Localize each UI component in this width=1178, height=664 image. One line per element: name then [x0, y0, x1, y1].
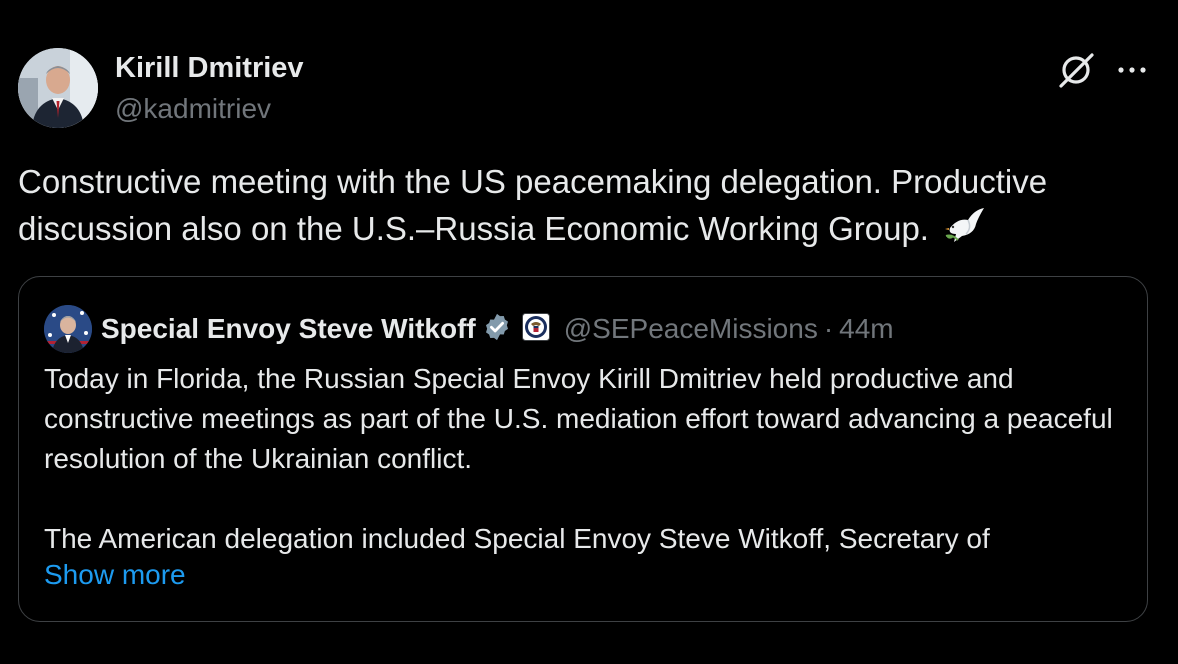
us-state-department-seal-icon — [512, 312, 550, 346]
author-avatar[interactable] — [18, 48, 98, 128]
author-name[interactable]: Kirill Dmitriev — [115, 52, 304, 85]
tweet: Kirill Dmitriev @kadmitriev Constructive… — [0, 0, 1178, 664]
quoted-paragraph: Today in Florida, the Russian Special En… — [44, 363, 1113, 474]
quoted-tweet-header: Special Envoy Steve Witkoff @SEPeaceMiss… — [101, 307, 894, 351]
quoted-author-avatar[interactable] — [44, 305, 92, 353]
quoted-tweet-text: Today in Florida, the Russian Special En… — [44, 359, 1129, 559]
grok-icon[interactable] — [1057, 50, 1097, 90]
header-separator: · — [823, 313, 834, 344]
quoted-tweet-timestamp[interactable]: 44m — [839, 313, 893, 345]
more-icon[interactable] — [1115, 56, 1149, 84]
quoted-author-handle[interactable]: @SEPeaceMissions — [564, 313, 818, 345]
dove-emoji-icon — [944, 206, 986, 256]
verified-badge-icon — [476, 312, 512, 347]
quoted-paragraph: The American delegation included Special… — [44, 523, 990, 554]
show-more-link[interactable]: Show more — [44, 559, 186, 591]
tweet-text: Constructive meeting with the US peacema… — [18, 158, 1148, 256]
tweet-body: Constructive meeting with the US peacema… — [18, 163, 1048, 247]
quoted-author-name[interactable]: Special Envoy Steve Witkoff — [101, 313, 476, 345]
quoted-tweet-card[interactable]: Special Envoy Steve Witkoff @SEPeaceMiss… — [18, 276, 1148, 622]
author-handle[interactable]: @kadmitriev — [115, 93, 271, 125]
